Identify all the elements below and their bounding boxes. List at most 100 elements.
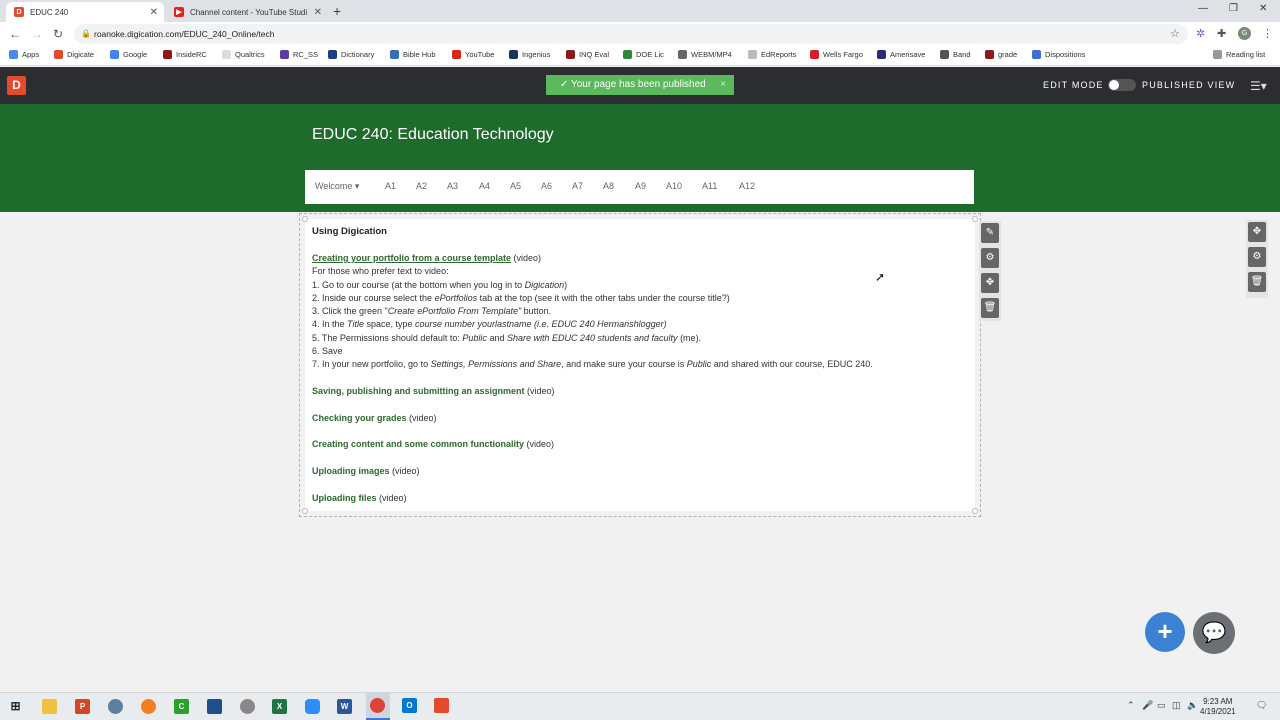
zoom-icon[interactable] — [305, 699, 320, 714]
bookmark-grade[interactable]: grade — [985, 50, 1017, 59]
nav-a1[interactable]: A1 — [385, 181, 396, 191]
bookmark-digicate[interactable]: Digicate — [54, 50, 94, 59]
word-icon[interactable]: W — [337, 699, 352, 714]
app-icon[interactable] — [141, 699, 156, 714]
saving-publishing-link[interactable]: Saving, publishing and submitting an ass… — [312, 386, 525, 396]
globe-icon[interactable] — [108, 699, 123, 714]
digication-logo[interactable]: D — [7, 76, 26, 95]
close-window-icon[interactable]: ✕ — [1259, 3, 1267, 14]
bookmark-google[interactable]: Google — [110, 50, 147, 59]
bookmark-youtube[interactable]: YouTube — [452, 50, 494, 59]
nav-a6[interactable]: A6 — [541, 181, 552, 191]
puzzle-icon[interactable]: ✚ — [1217, 27, 1226, 40]
nav-a7[interactable]: A7 — [572, 181, 583, 191]
excel-icon[interactable]: X — [272, 699, 287, 714]
nav-a12[interactable]: A12 — [739, 181, 755, 191]
app-icon[interactable] — [434, 698, 449, 713]
settings-gear-icon[interactable]: ⚙ — [1248, 247, 1266, 267]
powerpoint-icon[interactable]: P — [75, 699, 90, 714]
profile-avatar[interactable]: G — [1238, 27, 1251, 40]
nav-a3[interactable]: A3 — [447, 181, 458, 191]
camtasia-icon[interactable]: C — [174, 699, 189, 714]
star-icon[interactable]: ☆ — [1170, 27, 1180, 40]
system-clock[interactable]: 9:23 AM 4/19/2021 — [1200, 697, 1236, 717]
bookmark-dispositions[interactable]: Dispositions — [1032, 50, 1085, 59]
bookmark-insiderc[interactable]: InsideRC — [163, 50, 207, 59]
app-icon[interactable] — [207, 699, 222, 714]
edit-mode-label[interactable]: EDIT MODE — [1043, 80, 1104, 90]
close-tab-icon[interactable]: ✕ — [314, 7, 322, 18]
resize-handle[interactable] — [972, 216, 978, 222]
checking-grades-link[interactable]: Checking your grades — [312, 413, 407, 423]
toast-close-icon[interactable]: × — [720, 75, 726, 95]
creating-content-link[interactable]: Creating content and some common functio… — [312, 439, 524, 449]
edreports-icon — [748, 50, 757, 59]
outlook-icon[interactable]: O — [402, 698, 417, 713]
bookmark-bible-hub[interactable]: Bible Hub — [390, 50, 436, 59]
restore-icon[interactable]: ❐ — [1229, 3, 1238, 14]
edit-mode-toggle[interactable] — [1108, 79, 1136, 91]
file-explorer-icon[interactable] — [42, 699, 57, 714]
resize-handle[interactable] — [302, 216, 308, 222]
notifications-icon[interactable]: 🗨 — [1256, 700, 1267, 711]
bookmark-webm-mp4[interactable]: WEBM/MP4 — [678, 50, 732, 59]
reload-icon[interactable]: ↻ — [53, 27, 63, 41]
close-tab-icon[interactable]: ✕ — [150, 7, 158, 18]
bookmark-qualtrics[interactable]: Qualtrics — [222, 50, 265, 59]
bookmark-amerisave[interactable]: Amerisave — [877, 50, 925, 59]
app-icon[interactable] — [240, 699, 255, 714]
minimize-icon[interactable]: — — [1198, 3, 1208, 14]
move-icon[interactable]: ✥ — [981, 273, 999, 293]
microphone-icon[interactable]: 🎤 — [1142, 700, 1153, 711]
bookmark-doe-lic[interactable]: DOE Lic — [623, 50, 664, 59]
published-view-label[interactable]: PUBLISHED VIEW — [1142, 80, 1235, 90]
forward-icon[interactable]: → — [31, 27, 43, 41]
tab-youtube-studio[interactable]: ▶ Channel content - YouTube Studi ✕ — [166, 2, 328, 22]
nav-a9[interactable]: A9 — [635, 181, 646, 191]
settings-gear-icon[interactable]: ⚙ — [981, 248, 999, 268]
google-icon — [110, 50, 119, 59]
creating-portfolio-link[interactable]: Creating your portfolio from a course te… — [312, 253, 511, 263]
battery-icon[interactable]: ▭ — [1157, 700, 1166, 711]
windows-taskbar: ⊞ P C X W — [0, 692, 1280, 720]
uploading-images-link[interactable]: Uploading images — [312, 466, 390, 476]
nav-a2[interactable]: A2 — [416, 181, 427, 191]
nav-a8[interactable]: A8 — [603, 181, 614, 191]
bookmark-rc-ss[interactable]: RC_SS — [280, 50, 318, 59]
nav-a10[interactable]: A10 — [666, 181, 682, 191]
nav-welcome[interactable]: Welcome ▾ — [315, 181, 359, 192]
reading-list-button[interactable]: Reading list — [1213, 50, 1265, 59]
chat-icon[interactable]: 💬 — [1193, 612, 1235, 654]
back-icon[interactable]: ← — [9, 27, 21, 41]
extension-icon[interactable]: ✲ — [1196, 27, 1205, 40]
windows-start-icon[interactable]: ⊞ — [8, 699, 23, 714]
network-icon[interactable]: ◫ — [1172, 700, 1181, 711]
bookmark-wells-fargo[interactable]: Wells Fargo — [810, 50, 863, 59]
new-tab-icon[interactable]: + — [333, 3, 341, 19]
trash-icon[interactable]: 🗑 — [981, 298, 999, 318]
kebab-menu-icon[interactable]: ⋮ — [1262, 27, 1273, 40]
resize-handle[interactable] — [972, 508, 978, 514]
chrome-icon[interactable] — [370, 698, 385, 713]
nav-a4[interactable]: A4 — [479, 181, 490, 191]
bookmark-dictionary[interactable]: Dictionary — [328, 50, 374, 59]
uploading-files-link[interactable]: Uploading files — [312, 493, 377, 503]
url-input[interactable]: 🔒 roanoke.digication.com/EDUC_240_Online… — [74, 24, 1188, 44]
bookmark-ingenius[interactable]: Ingenius — [509, 50, 550, 59]
bookmark-inq-eval[interactable]: INQ Eval — [566, 50, 609, 59]
nav-a5[interactable]: A5 — [510, 181, 521, 191]
bookmark-apps[interactable]: Apps — [9, 50, 39, 59]
trash-icon[interactable]: 🗑 — [1248, 272, 1266, 292]
resize-handle[interactable] — [302, 508, 308, 514]
move-icon[interactable]: ✥ — [1248, 222, 1266, 242]
hamburger-menu-icon[interactable]: ☰▾ — [1250, 79, 1267, 93]
link-line: Uploading images (video) — [312, 466, 420, 476]
edit-icon[interactable]: ✎ — [981, 223, 999, 243]
tab-educ240[interactable]: D EDUC 240 ✕ — [6, 2, 164, 22]
volume-icon[interactable]: 🔈 — [1187, 700, 1198, 711]
tray-chevron-icon[interactable]: ⌃ — [1127, 700, 1135, 711]
nav-a11[interactable]: A11 — [702, 181, 717, 191]
add-module-button[interactable]: + — [1145, 612, 1185, 652]
bookmark-edreports[interactable]: EdReports — [748, 50, 796, 59]
bookmark-band[interactable]: Band — [940, 50, 971, 59]
